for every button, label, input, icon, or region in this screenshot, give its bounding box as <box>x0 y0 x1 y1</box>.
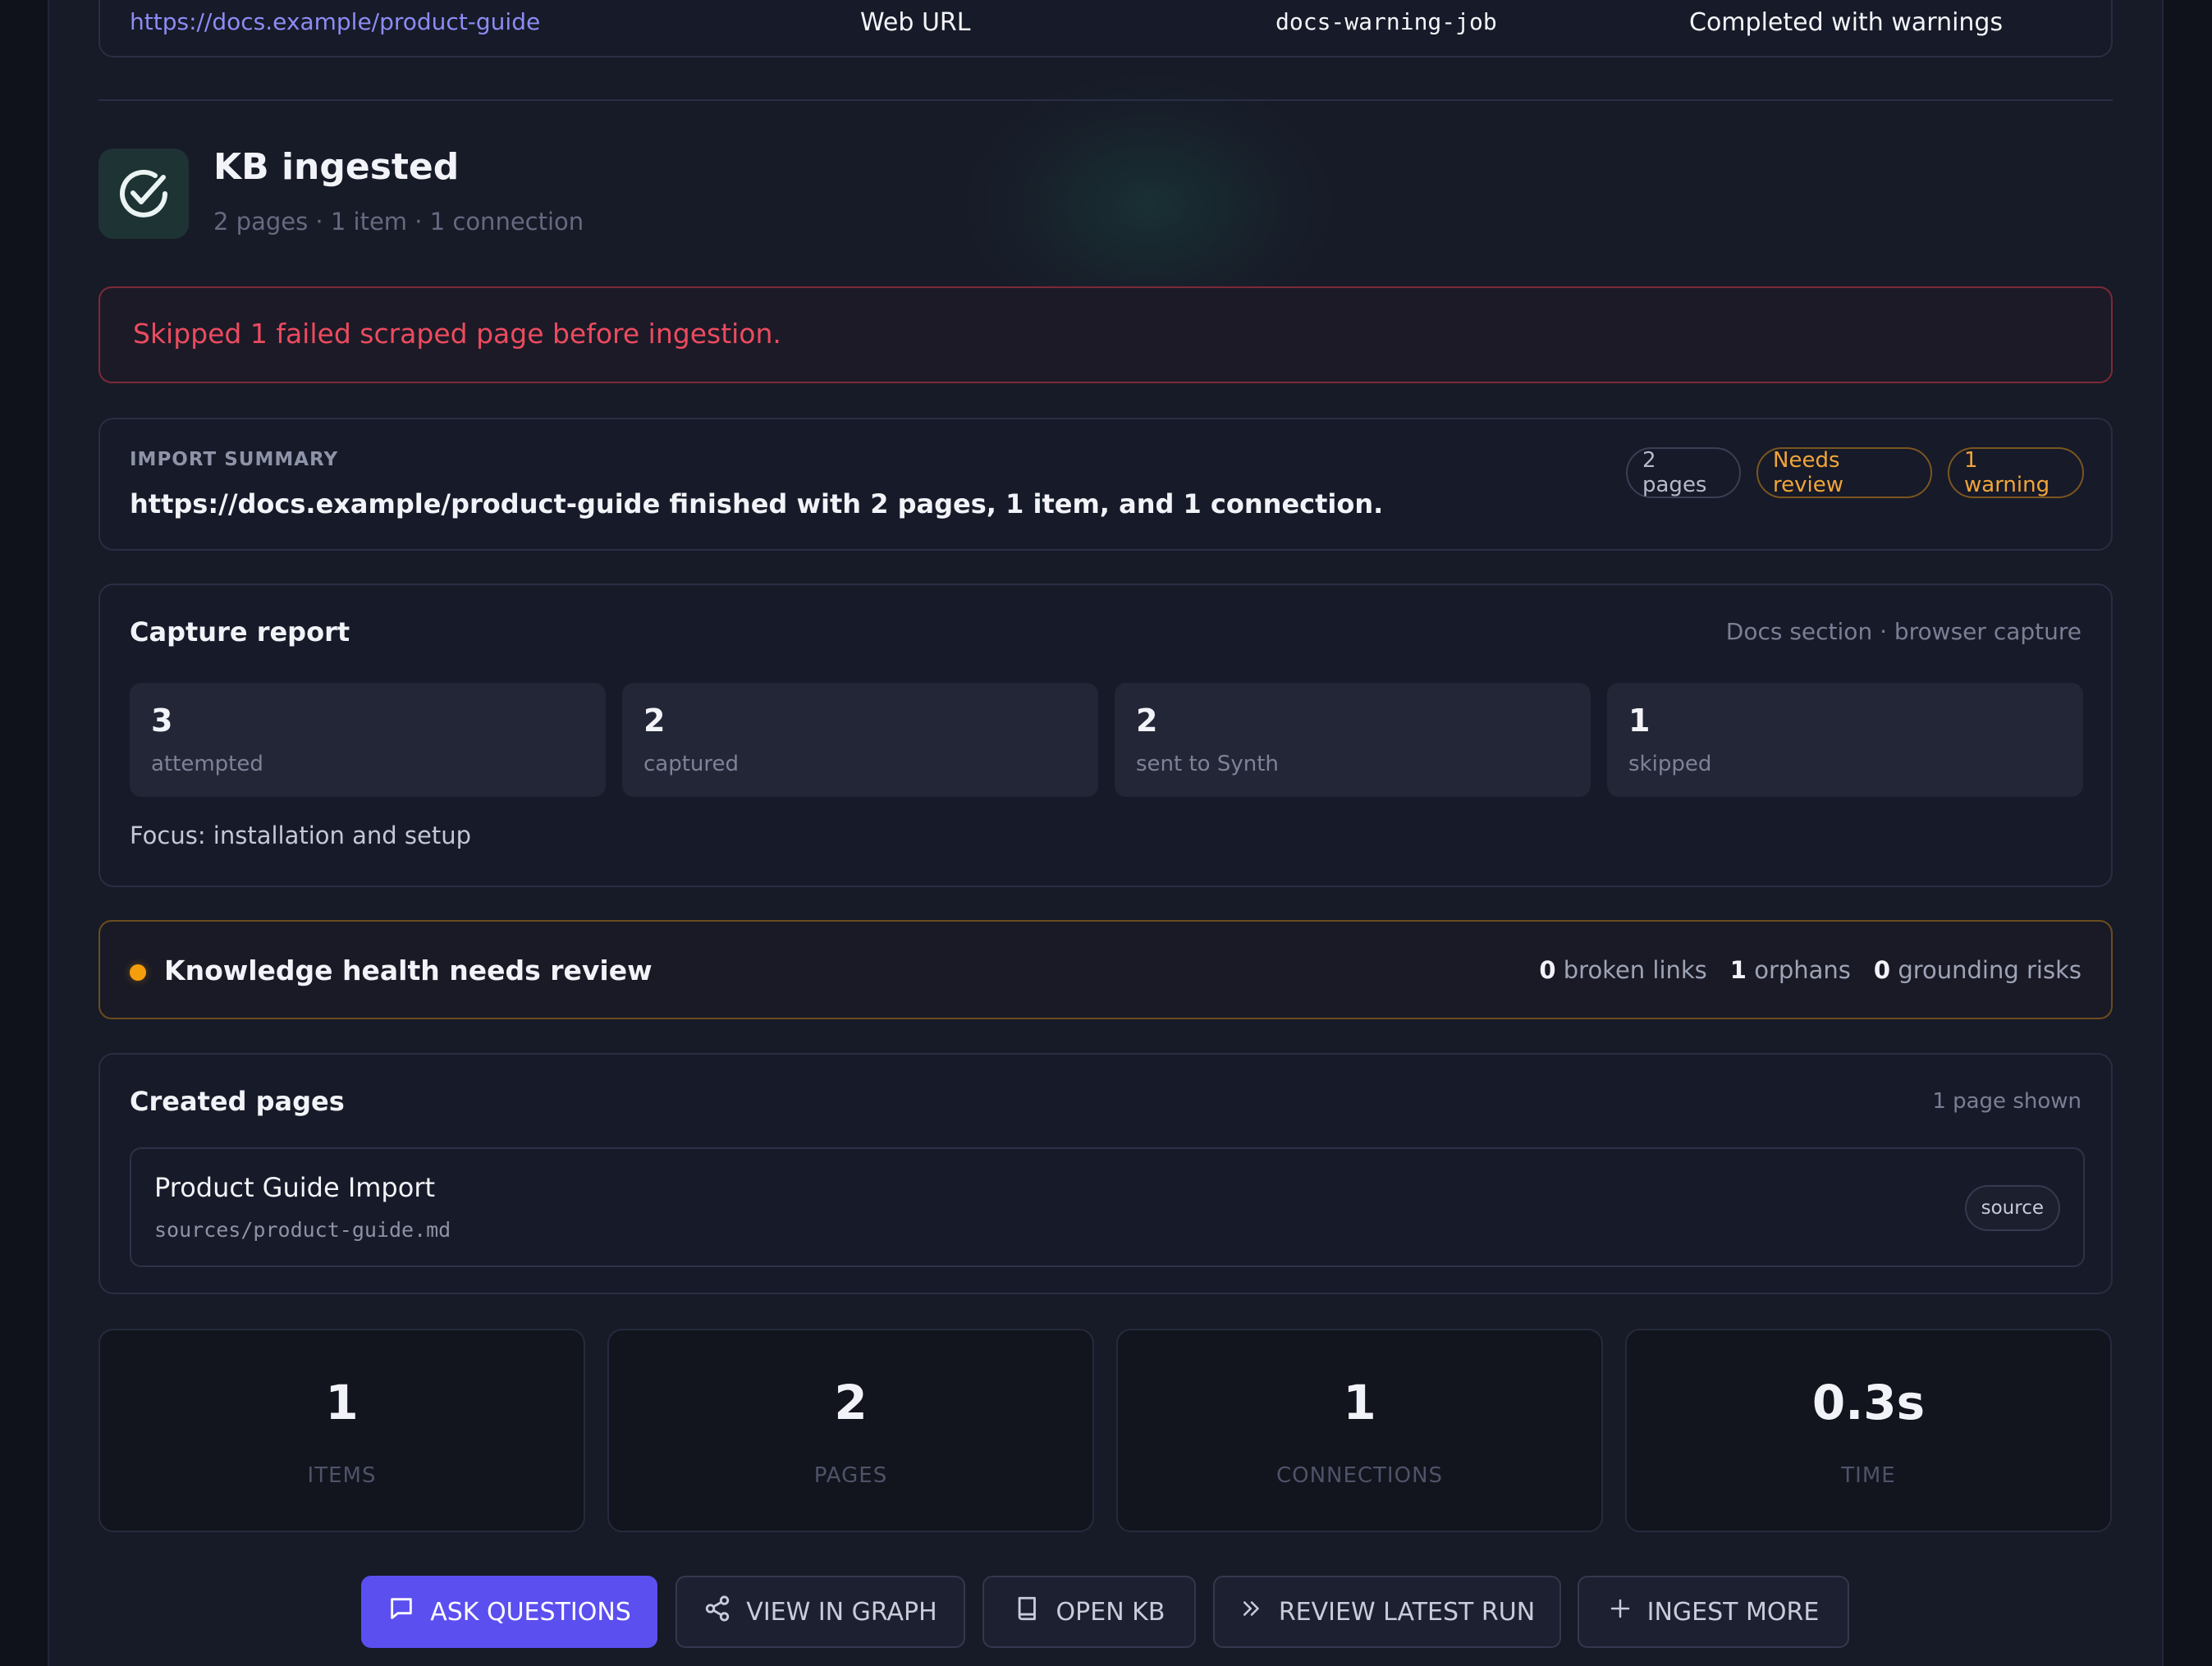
job-status: Completed with warnings <box>1689 8 2004 37</box>
stat-value: 3 <box>151 703 173 739</box>
stat-label: captured <box>643 752 740 776</box>
stat-label: skipped <box>1628 752 1712 776</box>
stat-captured: 2 captured <box>622 683 1098 797</box>
page-path: sources/product-guide.md <box>154 1218 451 1242</box>
total-pages: 2 PAGES <box>607 1329 1094 1532</box>
check-circle-icon <box>98 149 189 239</box>
capture-report-card: Capture report Docs section · browser ca… <box>98 584 2113 887</box>
capture-report-meta: Docs section · browser capture <box>1725 618 2081 645</box>
page-title: KB ingested <box>213 146 460 188</box>
ingest-more-label: INGEST MORE <box>1646 1597 1820 1627</box>
import-summary-text: https://docs.example/product-guide finis… <box>130 488 1384 519</box>
import-summary-label: IMPORT SUMMARY <box>130 449 339 470</box>
broken-links-stat: 0 broken links <box>1539 956 1707 984</box>
capture-focus: Focus: installation and setup <box>130 822 472 849</box>
error-alert: Skipped 1 failed scraped page before ing… <box>98 286 2113 383</box>
stat-value: 2 <box>1136 703 1158 739</box>
error-message: Skipped 1 failed scraped page before ing… <box>133 318 781 350</box>
view-in-graph-button[interactable]: VIEW IN GRAPH <box>676 1576 965 1648</box>
health-title: Knowledge health needs review <box>164 954 653 986</box>
ask-questions-button[interactable]: ASK QUESTIONS <box>361 1576 657 1648</box>
created-pages-count: 1 page shown <box>1932 1089 2081 1114</box>
page-subtitle: 2 pages · 1 item · 1 connection <box>213 208 584 236</box>
job-id: docs-warning-job <box>1275 8 1497 35</box>
section-divider <box>98 99 2113 101</box>
source-url-link[interactable]: https://docs.example/product-guide <box>130 8 540 35</box>
ingest-more-button[interactable]: INGEST MORE <box>1578 1576 1849 1648</box>
created-pages-title: Created pages <box>130 1086 345 1117</box>
warning-badge: 1 warning <box>1948 447 2084 498</box>
total-value: 0.3s <box>1811 1375 1926 1430</box>
stat-sent-to-synth: 2 sent to Synth <box>1115 683 1591 797</box>
orphans-stat: 1 orphans <box>1729 956 1851 984</box>
knowledge-health-card[interactable]: Knowledge health needs review 0 broken l… <box>98 920 2113 1019</box>
stat-skipped: 1 skipped <box>1607 683 2083 797</box>
created-pages-card: Created pages 1 page shown Product Guide… <box>98 1053 2113 1294</box>
pages-badge: 2 pages <box>1626 447 1741 498</box>
source-type: Web URL <box>860 8 971 37</box>
page-type-tag: source <box>1964 1185 2060 1231</box>
total-label: CONNECTIONS <box>1275 1463 1444 1488</box>
share-graph-icon <box>703 1595 731 1629</box>
total-label: ITEMS <box>307 1463 377 1488</box>
total-label: PAGES <box>813 1463 888 1488</box>
stat-value: 1 <box>1628 703 1651 739</box>
book-icon <box>1014 1595 1042 1629</box>
health-stats: 0 broken links 1 orphans 0 grounding ris… <box>1539 956 2081 984</box>
grounding-risks-stat: 0 grounding risks <box>1873 956 2081 984</box>
stat-label: sent to Synth <box>1136 752 1279 776</box>
total-value: 1 <box>1343 1375 1376 1430</box>
open-kb-label: OPEN KB <box>1056 1597 1166 1627</box>
stat-attempted: 3 attempted <box>130 683 606 797</box>
source-row: https://docs.example/product-guide Web U… <box>98 0 2113 57</box>
review-latest-run-button[interactable]: REVIEW LATEST RUN <box>1213 1576 1561 1648</box>
stat-label: attempted <box>151 752 263 776</box>
total-value: 1 <box>325 1375 359 1430</box>
total-label: TIME <box>1841 1463 1896 1488</box>
needs-review-badge: Needs review <box>1756 447 1932 498</box>
total-time: 0.3s TIME <box>1625 1329 2112 1532</box>
list-item[interactable]: Product Guide Import sources/product-gui… <box>130 1147 2085 1267</box>
review-latest-run-label: REVIEW LATEST RUN <box>1278 1597 1536 1627</box>
view-in-graph-label: VIEW IN GRAPH <box>746 1597 937 1627</box>
ask-questions-label: ASK QUESTIONS <box>430 1597 631 1627</box>
page-name: Product Guide Import <box>154 1172 436 1203</box>
capture-report-title: Capture report <box>130 616 350 648</box>
open-kb-button[interactable]: OPEN KB <box>982 1576 1196 1648</box>
total-items: 1 ITEMS <box>98 1329 585 1532</box>
import-summary-card: IMPORT SUMMARY https://docs.example/prod… <box>98 418 2113 551</box>
chat-bubble-icon <box>387 1595 415 1629</box>
chevrons-right-icon <box>1239 1596 1264 1627</box>
plus-icon <box>1608 1596 1633 1627</box>
warning-dot-icon <box>130 964 146 981</box>
stat-value: 2 <box>643 703 666 739</box>
total-value: 2 <box>834 1375 868 1430</box>
total-connections: 1 CONNECTIONS <box>1116 1329 1603 1532</box>
